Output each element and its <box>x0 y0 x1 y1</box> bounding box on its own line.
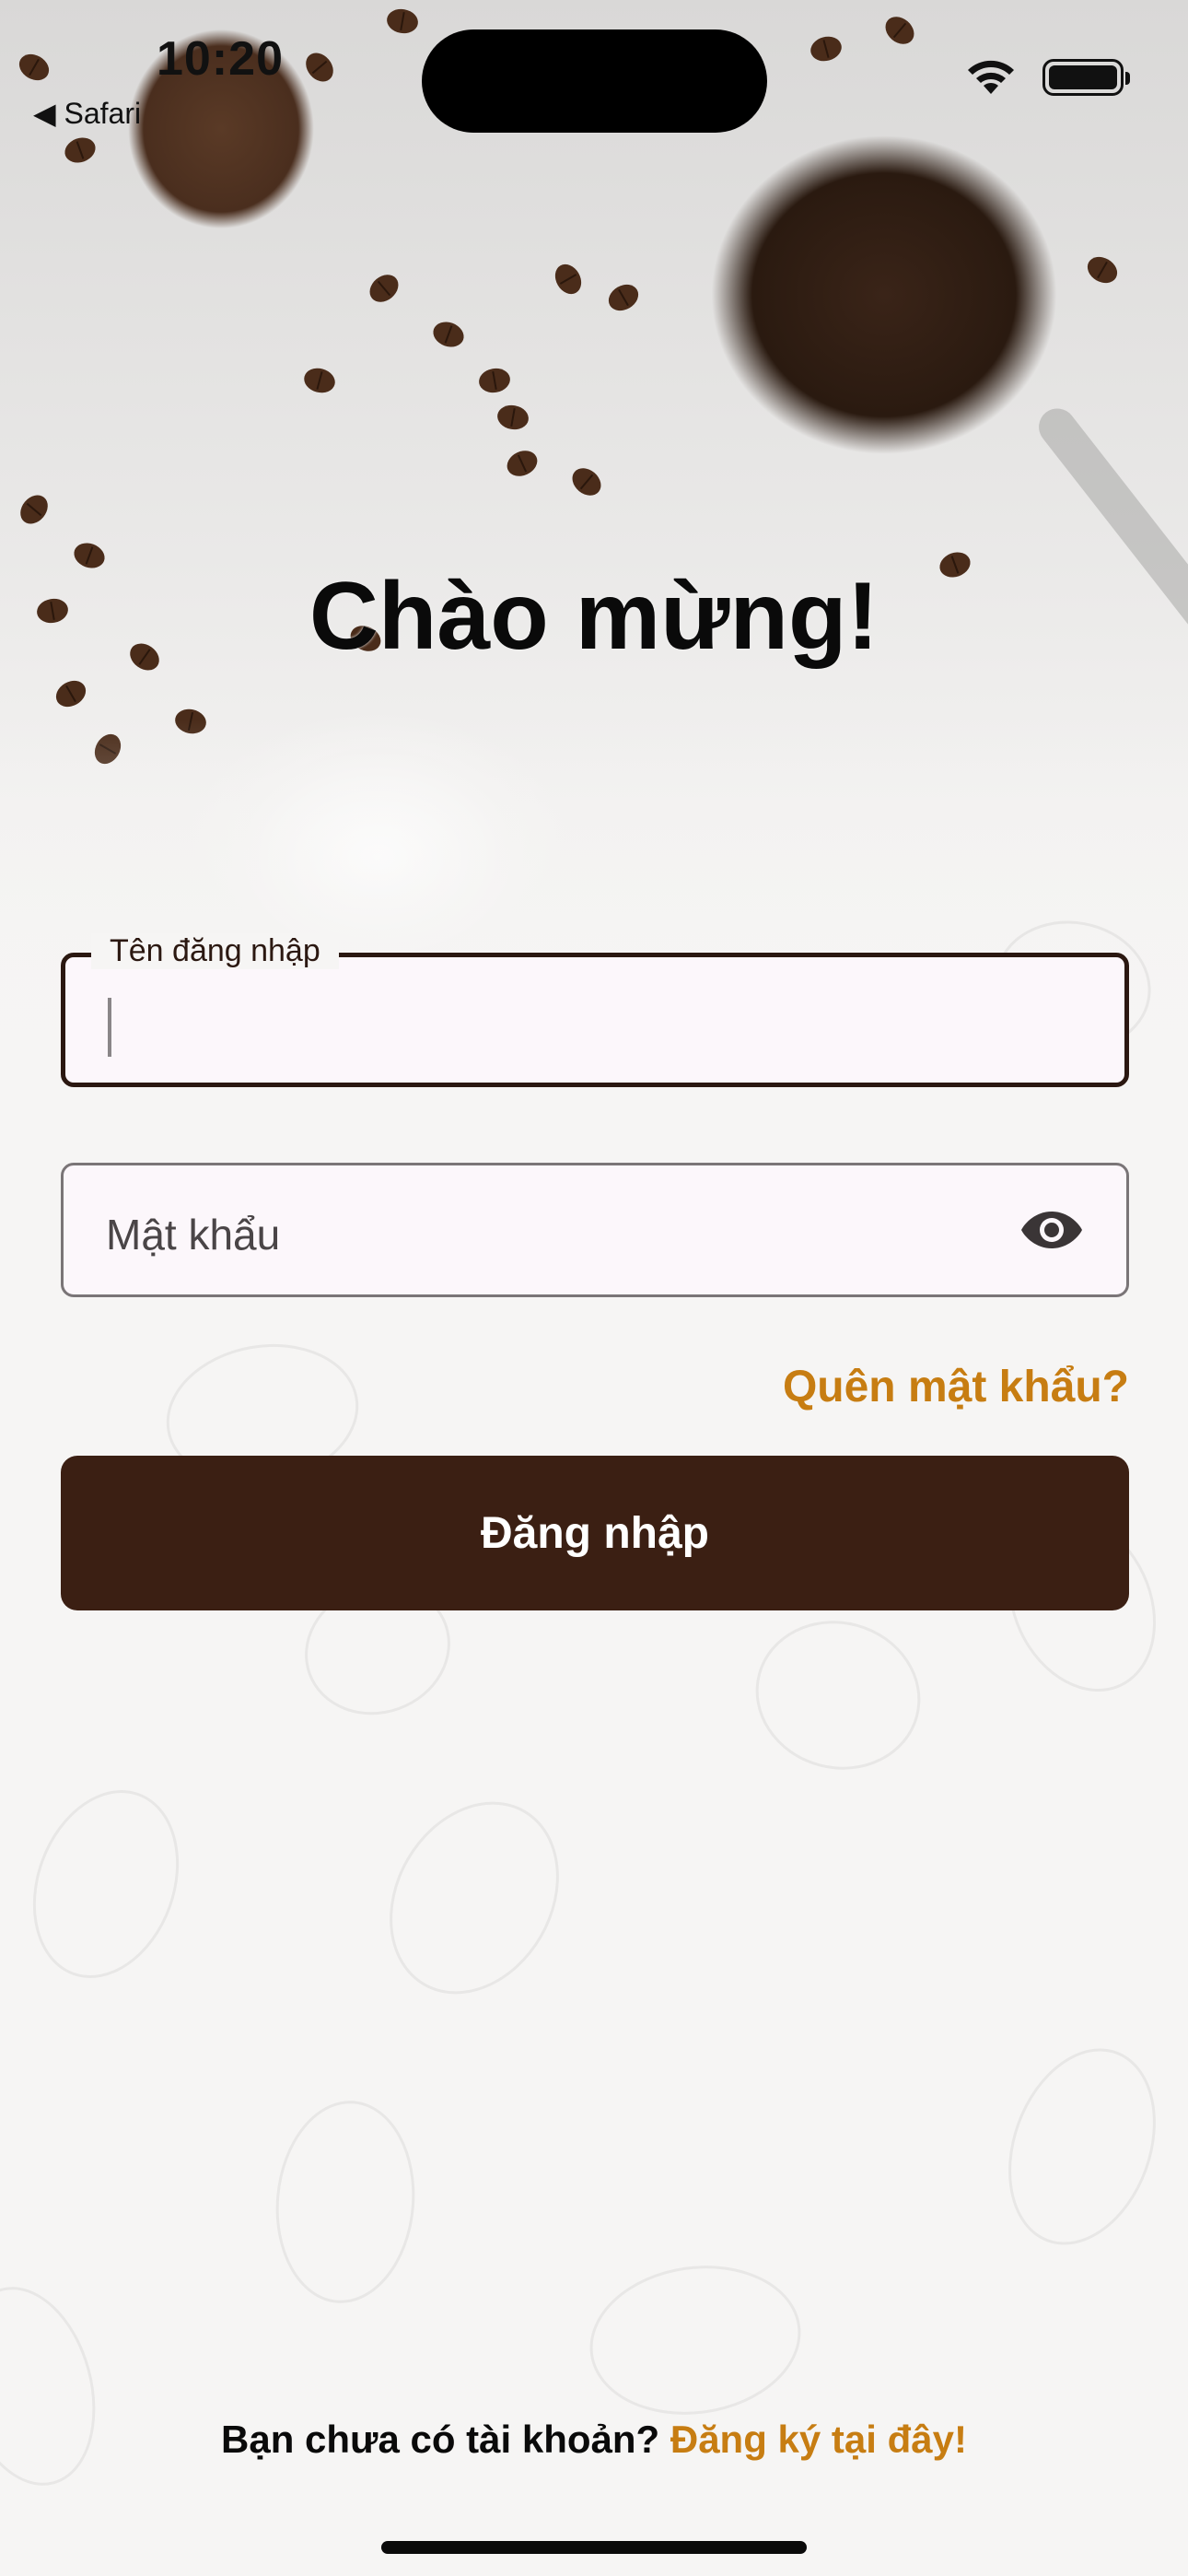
password-field[interactable]: Mật khẩu <box>61 1163 1129 1297</box>
forgot-password-link[interactable]: Quên mật khẩu? <box>783 1362 1129 1412</box>
signup-prompt-text: Bạn chưa có tài khoản? <box>221 2418 660 2461</box>
status-time: 10:20 <box>157 32 284 86</box>
wifi-icon <box>968 60 1014 94</box>
page-title: Chào mừng! <box>309 563 879 670</box>
text-cursor <box>108 998 111 1057</box>
username-field[interactable]: Tên đăng nhập <box>61 933 1129 1087</box>
dynamic-island <box>422 29 767 133</box>
signup-link[interactable]: Đăng ký tại đây! <box>670 2418 967 2461</box>
login-screen: 10:20 ◀ Safari Chào mừng! Tên đăng nhập … <box>0 0 1188 2576</box>
login-button[interactable]: Đăng nhập <box>61 1456 1129 1610</box>
battery-icon <box>1042 59 1130 96</box>
password-placeholder: Mật khẩu <box>106 1211 281 1259</box>
signup-prompt: Bạn chưa có tài khoản? Đăng ký tại đây! <box>0 2418 1188 2462</box>
home-indicator[interactable] <box>381 2541 807 2554</box>
back-to-safari-link[interactable]: ◀ Safari <box>33 96 141 131</box>
username-label: Tên đăng nhập <box>91 933 339 969</box>
status-icons <box>963 57 1130 98</box>
eye-icon[interactable] <box>1019 1208 1084 1252</box>
